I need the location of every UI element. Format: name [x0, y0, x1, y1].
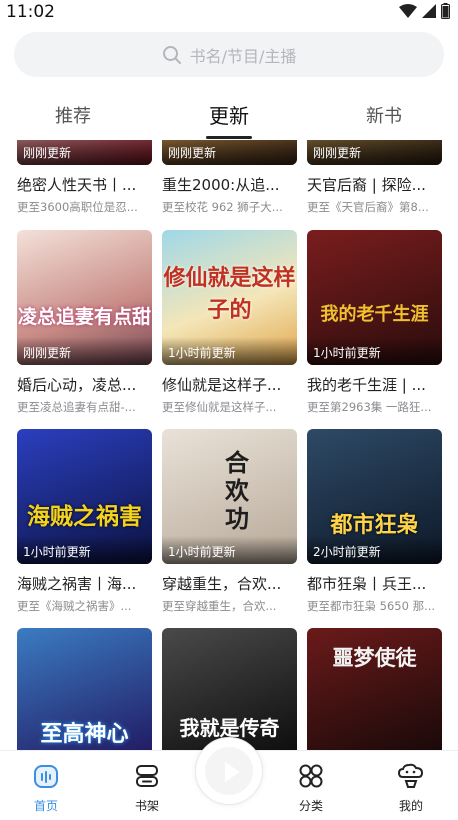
play-button[interactable] [195, 737, 263, 805]
cover-art-text: 凌总追妻有点甜 [17, 306, 151, 328]
book-card[interactable]: 至高神心 [17, 628, 152, 750]
book-card[interactable]: 刚刚更新 绝密人性天书丨... 更至3600高职位是忍... [17, 140, 152, 215]
cover-art-text: 都市狂枭 [330, 512, 419, 538]
cover-art-text: 修仙就是这样子的 [163, 265, 296, 323]
nav-bookshelf-label: 书架 [134, 799, 159, 813]
status-time: 11:02 [6, 2, 55, 22]
book-cover: 噩梦使徒 [307, 628, 442, 750]
book-title: 婚后心动，凌总... [17, 376, 137, 394]
search-icon [162, 45, 181, 64]
book-cover: 我就是传奇 [162, 628, 297, 750]
update-badge: 1小时前更新 [168, 545, 236, 559]
book-cover: 至高神心 [17, 628, 152, 750]
tab-indicator [206, 136, 252, 139]
book-desc: 更至校花 962 狮子大... [162, 200, 283, 214]
book-title: 都市狂枭丨兵王... [307, 575, 427, 593]
search-bar[interactable]: 书名/节目/主播 [14, 32, 444, 77]
book-cover: 凌总追妻有点甜 刚刚更新 [17, 230, 152, 365]
book-title: 重生2000:从追... [162, 176, 280, 194]
book-cover: 海贼之祸害 1小时前更新 [17, 429, 152, 564]
book-desc: 更至《天官后裔》第8... [307, 200, 429, 214]
update-badge: 1小时前更新 [313, 346, 381, 360]
book-grid: 刚刚更新 绝密人性天书丨... 更至3600高职位是忍... 刚刚更新 重生20… [0, 140, 458, 750]
book-desc: 更至凌总追妻有点甜-... [17, 400, 136, 414]
book-desc: 更至修仙就是这样子... [162, 400, 277, 414]
book-card[interactable]: 凌总追妻有点甜 刚刚更新 婚后心动，凌总... 更至凌总追妻有点甜-... [17, 230, 152, 415]
book-desc: 更至都市狂枭 5650 那... [307, 599, 436, 613]
book-title: 穿越重生，合欢... [162, 575, 282, 593]
bottom-nav: 首页 书架 分类 我的 [0, 737, 458, 820]
update-badge: 刚刚更新 [23, 346, 72, 360]
search-placeholder: 书名/节目/主播 [189, 46, 297, 66]
status-bar: 11:02 [0, 0, 458, 26]
wifi-icon [399, 4, 417, 18]
cover-art-text: 至高神心 [40, 721, 129, 747]
book-desc: 更至第2963集 一路狂... [307, 400, 432, 414]
tab-updates[interactable]: 更新 [184, 100, 274, 129]
cover-art-text: 我的老千生涯 [320, 304, 429, 325]
book-card[interactable]: 都市狂枭 2小时前更新 都市狂枭丨兵王... 更至都市狂枭 5650 那... [307, 429, 442, 614]
book-card[interactable]: 修仙就是这样子的 1小时前更新 修仙就是这样子... 更至修仙就是这样子... [162, 230, 297, 415]
book-card[interactable]: 刚刚更新 重生2000:从追... 更至校花 962 狮子大... [162, 140, 297, 215]
nav-home-label: 首页 [33, 799, 58, 813]
update-badge: 1小时前更新 [168, 346, 236, 360]
book-card[interactable]: 刚刚更新 天官后裔 | 探险... 更至《天官后裔》第8... [307, 140, 442, 215]
tab-new-books[interactable]: 新书 [339, 102, 429, 128]
update-badge: 刚刚更新 [23, 146, 72, 160]
category-icon [299, 764, 323, 788]
nav-home[interactable]: 首页 [16, 763, 76, 814]
profile-icon [397, 763, 424, 788]
battery-icon [441, 3, 450, 19]
book-cover: 都市狂枭 2小时前更新 [307, 429, 442, 564]
book-card[interactable]: 合欢功 1小时前更新 穿越重生，合欢... 更至穿越重生，合欢... [162, 429, 297, 614]
book-title: 绝密人性天书丨... [17, 176, 137, 194]
book-desc: 更至《海贼之祸害》... [17, 599, 132, 613]
bookshelf-icon [136, 765, 158, 787]
nav-profile[interactable]: 我的 [381, 763, 441, 814]
book-card[interactable]: 我就是传奇 [162, 628, 297, 750]
book-cover: 修仙就是这样子的 1小时前更新 [162, 230, 297, 365]
book-cover: 刚刚更新 [17, 140, 152, 165]
update-badge: 1小时前更新 [23, 545, 91, 559]
book-card[interactable]: 海贼之祸害 1小时前更新 海贼之祸害丨海... 更至《海贼之祸害》... [17, 429, 152, 614]
nav-profile-label: 我的 [398, 799, 423, 813]
book-title: 天官后裔 | 探险... [307, 176, 426, 194]
top-tabs: 推荐 更新 新书 [0, 92, 458, 140]
book-title: 海贼之祸害丨海... [17, 575, 137, 593]
nav-bookshelf[interactable]: 书架 [117, 763, 177, 814]
book-card[interactable]: 噩梦使徒 [307, 628, 442, 750]
book-cover: 我的老千生涯 1小时前更新 [307, 230, 442, 365]
nav-category[interactable]: 分类 [281, 763, 341, 814]
cover-art-text: 海贼之祸害 [27, 503, 142, 530]
tab-recommend[interactable]: 推荐 [28, 102, 118, 128]
home-icon [34, 765, 58, 788]
book-cover: 刚刚更新 [162, 140, 297, 165]
book-title: 我的老千生涯 | ... [307, 376, 426, 394]
book-desc: 更至穿越重生，合欢... [162, 599, 277, 613]
book-cover: 合欢功 1小时前更新 [162, 429, 297, 564]
update-badge: 刚刚更新 [313, 146, 362, 160]
update-badge: 2小时前更新 [313, 545, 381, 559]
book-desc: 更至3600高职位是忍... [17, 200, 138, 214]
book-card[interactable]: 我的老千生涯 1小时前更新 我的老千生涯 | ... 更至第2963集 一路狂.… [307, 230, 442, 415]
update-badge: 刚刚更新 [168, 146, 217, 160]
book-cover: 刚刚更新 [307, 140, 442, 165]
play-icon [225, 762, 240, 782]
book-title: 修仙就是这样子... [162, 376, 282, 394]
cover-art-text: 合欢功 [225, 448, 249, 533]
signal-icon [422, 4, 436, 18]
status-icons [399, 3, 450, 19]
cover-art-text: 噩梦使徒 [332, 645, 417, 670]
nav-category-label: 分类 [298, 799, 323, 813]
